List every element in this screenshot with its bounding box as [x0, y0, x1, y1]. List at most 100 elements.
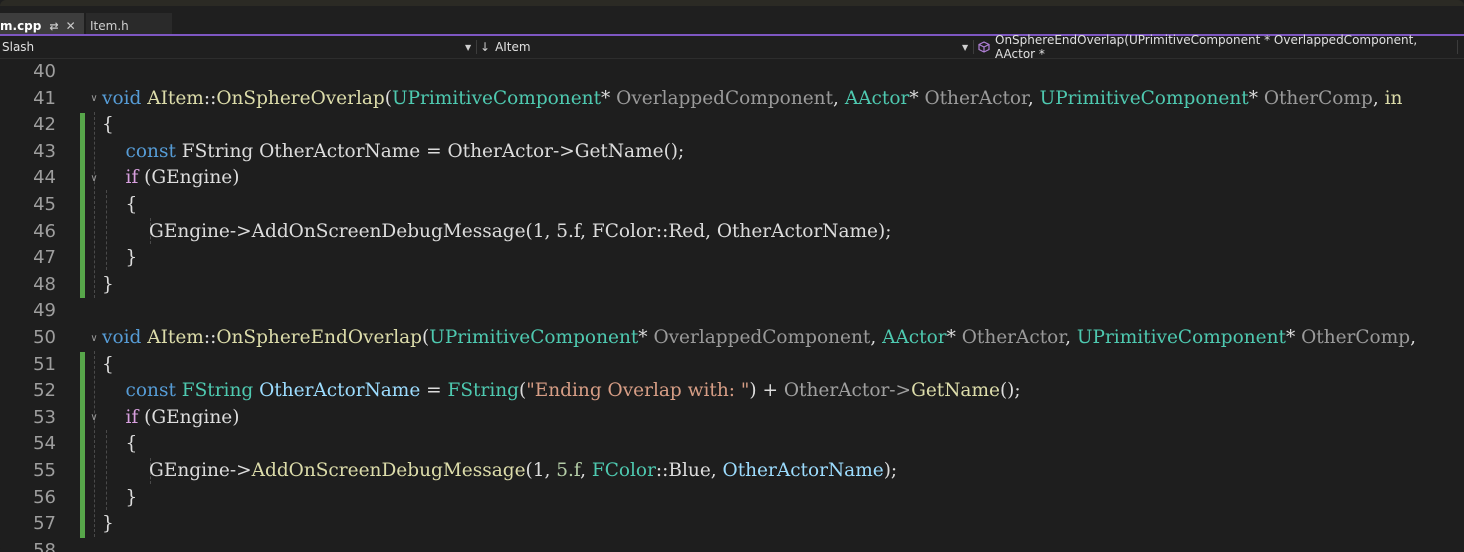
code-token: ) +: [749, 380, 784, 402]
line-number: 56: [33, 486, 56, 508]
code-token: OtherActorName: [722, 460, 884, 481]
code-token: OtherComp: [1263, 87, 1373, 109]
code-token: (: [384, 87, 392, 109]
code-token: *: [1248, 87, 1264, 109]
code-line[interactable]: 56 }: [0, 485, 1464, 512]
code-token: (1,: [525, 460, 557, 481]
code-line[interactable]: 45 {: [0, 192, 1464, 219]
code-text: }: [102, 272, 114, 298]
code-text: void AItem::OnSphereEndOverlap(UPrimitiv…: [102, 325, 1416, 351]
code-token: ,: [580, 460, 592, 481]
code-line[interactable]: 43 const FString OtherActorName = OtherA…: [0, 139, 1464, 166]
code-token: OnSphereOverlap: [216, 87, 385, 109]
code-token: AActor: [844, 87, 910, 109]
line-number: 44: [33, 167, 56, 189]
code-token: UPrimitiveComponent: [391, 87, 602, 109]
code-text: const FString OtherActorName = FString("…: [102, 378, 1021, 404]
line-number: 52: [33, 380, 56, 402]
code-token: in: [1384, 87, 1403, 109]
divider: [973, 40, 974, 54]
code-token: if: [125, 406, 139, 428]
pin-icon[interactable]: ⇄: [49, 20, 58, 33]
member-label: OnSphereEndOverlap(UPrimitiveComponent *…: [995, 33, 1418, 61]
code-token: UPrimitiveComponent: [1039, 87, 1249, 109]
code-text: GEngine->AddOnScreenDebugMessage(1, 5.f,…: [102, 458, 897, 484]
code-token: }: [102, 247, 138, 269]
code-token: const: [125, 380, 176, 402]
code-token: *: [601, 87, 617, 109]
code-line[interactable]: 57}: [0, 511, 1464, 538]
code-line[interactable]: 41 ∨ void AItem::OnSphereOverlap(UPrimitiv…: [0, 86, 1464, 113]
line-number: 53: [33, 406, 56, 428]
fold-chevron-icon[interactable]: ∨: [88, 165, 100, 191]
code-line[interactable]: 40: [0, 59, 1464, 86]
code-token: ,: [1065, 327, 1077, 348]
code-token: ::: [203, 327, 217, 348]
line-number: 51: [33, 353, 56, 375]
line-number: 49: [33, 300, 56, 322]
code-token: {: [102, 433, 138, 455]
code-line[interactable]: 52 const FString OtherActorName = FStrin…: [0, 378, 1464, 405]
code-token: AItem: [147, 87, 204, 109]
tab-label: Item.h: [90, 19, 129, 33]
code-token: UPrimitiveComponent: [429, 327, 639, 348]
code-token: AItem: [147, 327, 204, 348]
code-token: if: [125, 167, 139, 189]
code-line[interactable]: 44 ∨ if (GEngine): [0, 165, 1464, 192]
code-token: 5.f: [556, 460, 581, 481]
line-number: 55: [33, 460, 56, 481]
method-cube-icon: [978, 41, 990, 53]
code-token: OtherActor->: [783, 380, 912, 402]
code-token: *: [1285, 327, 1302, 348]
code-text: }: [102, 245, 138, 271]
code-token: AActor: [882, 327, 947, 348]
code-line[interactable]: 46 GEngine->AddOnScreenDebugMessage(1, 5…: [0, 219, 1464, 246]
code-token: const: [125, 140, 176, 162]
divider: [1457, 40, 1458, 54]
line-number: 58: [33, 539, 56, 552]
code-text: {: [102, 192, 138, 218]
code-line[interactable]: 49: [0, 298, 1464, 325]
code-editor[interactable]: 40 41 ∨ void AItem::OnSphereOverlap(UPrimit…: [0, 59, 1464, 552]
code-line[interactable]: 54 {: [0, 431, 1464, 458]
fold-chevron-icon[interactable]: ∨: [88, 325, 100, 351]
code-line[interactable]: 58: [0, 538, 1464, 552]
chevron-down-icon[interactable]: ▼: [962, 36, 968, 58]
code-line[interactable]: 50 ∨ void AItem::OnSphereEndOverlap(UPrimi…: [0, 325, 1464, 352]
line-number: 50: [33, 327, 56, 348]
code-token: OtherActor: [961, 327, 1066, 348]
code-token: UPrimitiveComponent: [1076, 327, 1286, 348]
member-dropdown[interactable]: OnSphereEndOverlap(UPrimitiveComponent *…: [978, 33, 1458, 61]
code-line[interactable]: 42 {: [0, 112, 1464, 139]
line-number: 43: [33, 140, 56, 162]
code-token: ,: [870, 327, 883, 348]
code-line[interactable]: 48}: [0, 272, 1464, 299]
code-text: void AItem::OnSphereOverlap(UPrimitiveCo…: [102, 86, 1402, 112]
line-number: 46: [33, 220, 56, 242]
code-token: GEngine->: [102, 460, 252, 481]
code-text: }: [102, 511, 114, 537]
code-token: *: [946, 327, 962, 348]
code-line[interactable]: 55 GEngine->AddOnScreenDebugMessage(1, 5…: [0, 458, 1464, 485]
code-token: {: [102, 114, 114, 136]
line-number: 57: [33, 513, 56, 535]
fold-chevron-icon[interactable]: ∨: [88, 86, 100, 112]
class-label: AItem: [495, 40, 531, 54]
code-token: (GEngine): [138, 167, 240, 189]
code-token: *: [638, 327, 654, 348]
code-token: GetName: [911, 380, 1000, 402]
class-dropdown[interactable]: ↓ AItem: [480, 36, 970, 58]
project-dropdown[interactable]: Slash: [2, 36, 472, 58]
code-line[interactable]: 47 }: [0, 245, 1464, 272]
code-token: AddOnScreenDebugMessage: [251, 460, 526, 481]
code-token: OtherActor: [924, 87, 1028, 109]
fold-chevron-icon[interactable]: ∨: [88, 405, 100, 431]
code-token: );: [883, 460, 898, 481]
code-line[interactable]: 51 {: [0, 352, 1464, 379]
close-icon[interactable]: ✕: [66, 19, 76, 33]
chevron-down-icon[interactable]: ▼: [465, 36, 471, 58]
code-token: FString OtherActorName = OtherActor->Get…: [175, 140, 685, 162]
line-number: 45: [33, 194, 56, 215]
code-line[interactable]: 53 ∨ if (GEngine): [0, 405, 1464, 432]
